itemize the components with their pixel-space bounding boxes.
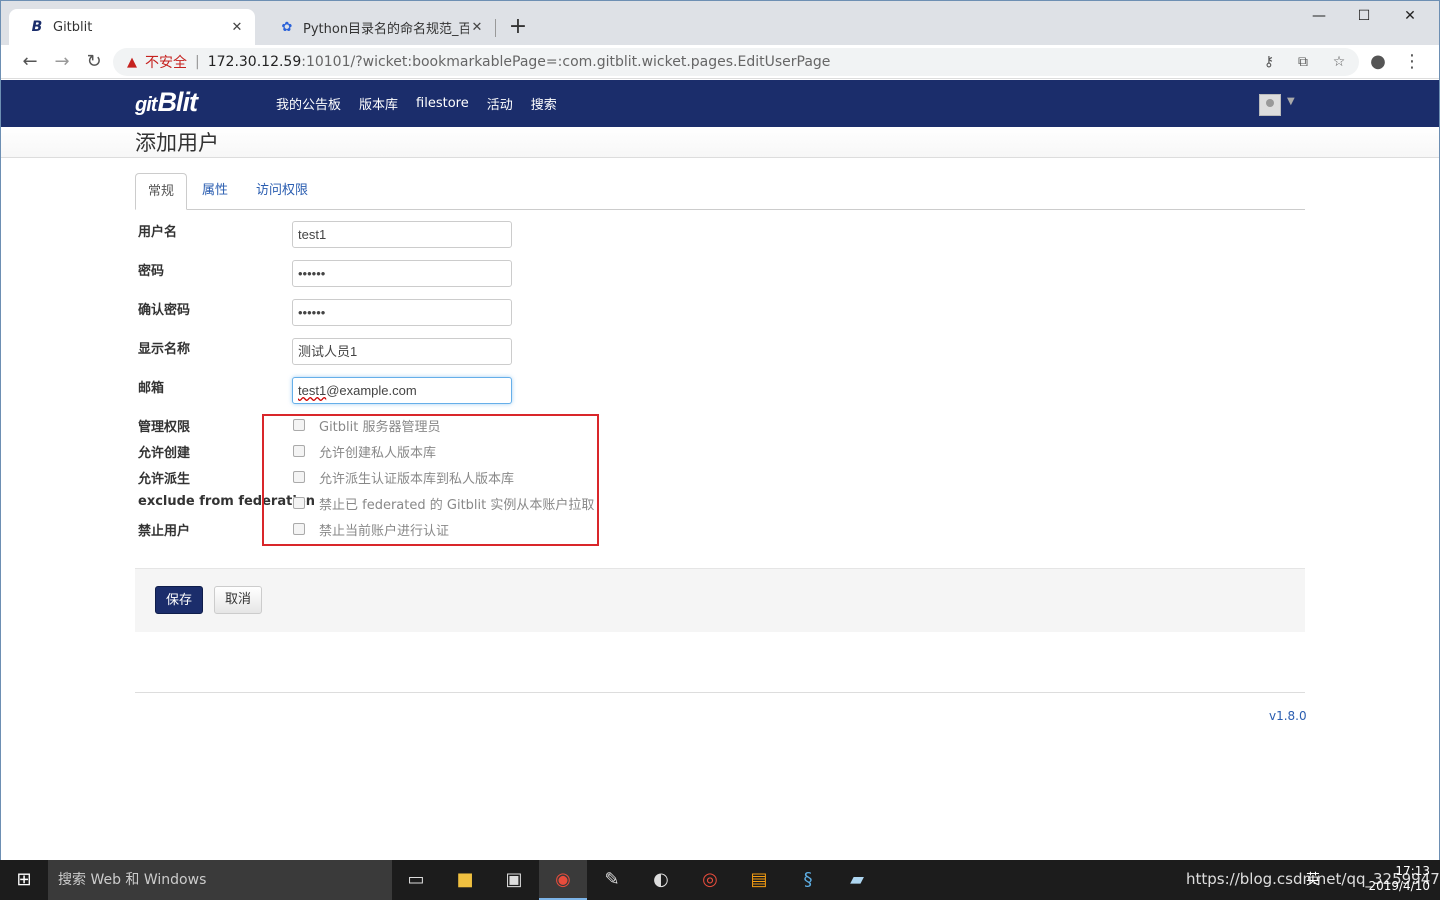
new-tab-button[interactable]: + xyxy=(506,13,530,41)
gitblit-logo[interactable]: gitBlit xyxy=(135,87,198,118)
gitblit-favicon-icon: B xyxy=(31,19,43,35)
minimize-icon[interactable]: — xyxy=(1296,1,1342,31)
user-avatar-icon[interactable] xyxy=(1259,94,1281,116)
back-arrow-icon[interactable]: ← xyxy=(17,49,43,75)
security-label[interactable]: 不安全 xyxy=(145,52,187,72)
form-tabs: 常规 属性 访问权限 xyxy=(135,173,1305,210)
username-input[interactable]: test1 xyxy=(292,221,512,248)
tab-title: Gitblit xyxy=(53,19,93,35)
address-toolbar: ← → ↻ ▲ 不安全 | 172.30.12.59:10101/?wicket… xyxy=(1,45,1439,79)
fork-label: 允许派生 xyxy=(138,472,191,487)
baidu-paw-icon: ✿ xyxy=(281,19,293,35)
address-bar[interactable]: ▲ 不安全 | 172.30.12.59:10101/?wicket:bookm… xyxy=(113,48,1359,76)
caret-down-icon[interactable]: ▼ xyxy=(1287,96,1295,107)
page-header: 添加用户 xyxy=(1,127,1439,158)
username-label: 用户名 xyxy=(138,225,178,240)
tab-general[interactable]: 常规 xyxy=(135,173,188,210)
display-name-input[interactable]: 测试人员1 xyxy=(292,338,512,365)
nav-activity[interactable]: 活动 xyxy=(478,94,522,113)
nav-filestore[interactable]: filestore xyxy=(407,96,478,111)
chrome-alt-icon[interactable]: ◎ xyxy=(686,860,734,900)
paint-icon[interactable]: ✎ xyxy=(588,860,636,900)
highlight-box xyxy=(262,414,599,546)
taskbar-search[interactable]: 搜索 Web 和 Windows xyxy=(48,860,392,900)
translate-icon[interactable]: ⧉ xyxy=(1289,48,1317,76)
close-icon[interactable]: ✕ xyxy=(229,20,245,35)
password-input[interactable]: •••••• xyxy=(292,260,512,287)
python-icon[interactable]: § xyxy=(784,860,832,900)
version-link[interactable]: v1.8.0 xyxy=(1269,709,1307,723)
warning-triangle-icon: ▲ xyxy=(127,54,137,70)
separator: | xyxy=(195,54,200,70)
browser-tab-gitblit[interactable]: B Gitblit ✕ xyxy=(9,9,255,45)
nav-search[interactable]: 搜索 xyxy=(522,94,566,113)
key-icon[interactable]: ⚷ xyxy=(1255,48,1283,76)
cancel-button[interactable]: 取消 xyxy=(214,586,262,614)
gitblit-navbar: gitBlit 我的公告板 版本库 filestore 活动 搜索 ▼ xyxy=(1,80,1439,127)
app-icon[interactable]: ◐ xyxy=(637,860,685,900)
confirm-password-label: 确认密码 xyxy=(138,303,191,318)
git-app-icon[interactable]: ▤ xyxy=(735,860,783,900)
password-label: 密码 xyxy=(138,264,165,279)
tab-title: Python目录名的命名规范_百度 xyxy=(303,21,469,37)
reload-icon[interactable]: ↻ xyxy=(81,49,107,75)
disable-label: 禁止用户 xyxy=(138,524,191,539)
url-text[interactable]: 172.30.12.59:10101/?wicket:bookmarkableP… xyxy=(208,54,831,70)
menu-dots-icon[interactable]: ⋮ xyxy=(1399,49,1425,75)
chrome-icon[interactable]: ◉ xyxy=(539,860,587,900)
tab-attributes[interactable]: 属性 xyxy=(190,173,240,210)
bookmark-star-icon[interactable]: ☆ xyxy=(1325,48,1353,76)
tab-permissions[interactable]: 访问权限 xyxy=(244,173,320,210)
save-button[interactable]: 保存 xyxy=(155,586,203,614)
notepad-icon[interactable]: ▰ xyxy=(833,860,881,900)
admin-label: 管理权限 xyxy=(138,420,191,435)
file-explorer-icon[interactable]: ■ xyxy=(441,860,489,900)
email-label: 邮箱 xyxy=(138,381,165,396)
tab-strip: B Gitblit ✕ ✿ Python目录名的命名规范_百度 ✕ + — ☐ … xyxy=(1,1,1439,45)
task-view-icon[interactable]: ▭ xyxy=(392,860,440,900)
nav-repositories[interactable]: 版本库 xyxy=(350,94,407,113)
page-title: 添加用户 xyxy=(135,131,219,155)
tab-separator xyxy=(495,19,496,37)
browser-tab-baidu[interactable]: ✿ Python目录名的命名规范_百度 ✕ xyxy=(259,9,495,45)
browser-window: B Gitblit ✕ ✿ Python目录名的命名规范_百度 ✕ + — ☐ … xyxy=(0,0,1440,860)
confirm-password-input[interactable]: •••••• xyxy=(292,299,512,326)
forward-arrow-icon[interactable]: → xyxy=(49,49,75,75)
watermark-text: https://blog.csdn.net/qq_32599479 xyxy=(1186,870,1440,888)
footer-divider xyxy=(135,692,1305,693)
display-name-label: 显示名称 xyxy=(138,342,191,357)
profile-icon[interactable]: ● xyxy=(1365,49,1391,75)
email-input[interactable]: test1@example.com xyxy=(292,377,512,404)
maximize-icon[interactable]: ☐ xyxy=(1341,1,1387,31)
close-icon[interactable]: ✕ xyxy=(469,20,485,35)
window-close-icon[interactable]: ✕ xyxy=(1387,1,1433,31)
form-actions: 保存 取消 xyxy=(135,568,1305,632)
nav-links: 我的公告板 版本库 filestore 活动 搜索 xyxy=(267,80,566,127)
nav-dashboard[interactable]: 我的公告板 xyxy=(267,94,350,113)
gitblit-page: gitBlit 我的公告板 版本库 filestore 活动 搜索 ▼ 添加用户… xyxy=(1,80,1439,860)
windows-start-icon[interactable]: ⊞ xyxy=(0,860,48,900)
create-label: 允许创建 xyxy=(138,446,191,461)
store-icon[interactable]: ▣ xyxy=(490,860,538,900)
